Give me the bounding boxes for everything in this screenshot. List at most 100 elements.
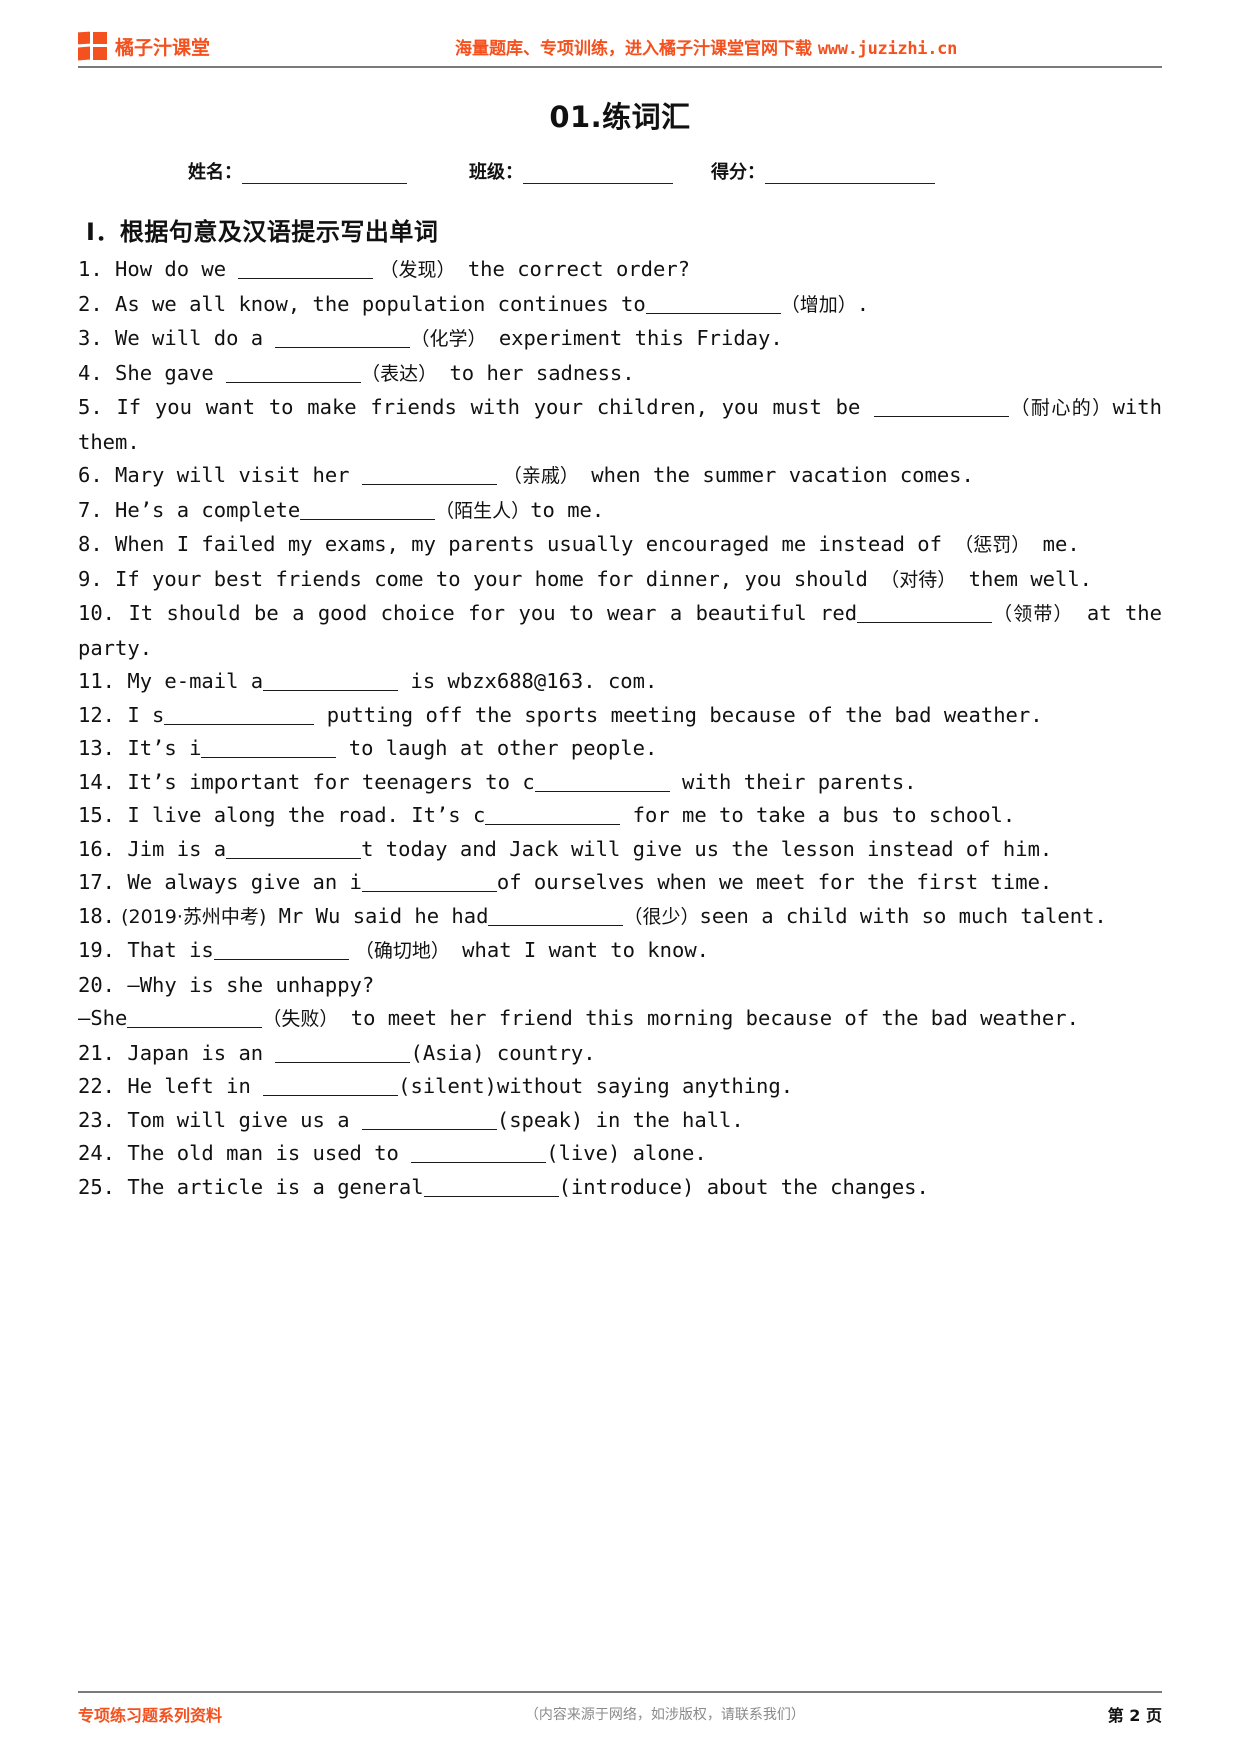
field-score: 得分： xyxy=(711,158,935,184)
question-text: If you want to make friends with your ch… xyxy=(102,395,875,419)
answer-blank[interactable] xyxy=(226,839,362,859)
answer-blank[interactable] xyxy=(263,1076,399,1096)
question-text: He left in xyxy=(115,1074,264,1098)
question-text: It’s important for teenagers to c xyxy=(115,769,535,794)
question-number: 8. xyxy=(78,532,103,556)
question-number: 5. xyxy=(78,395,103,419)
question-text: Tom will give us a xyxy=(115,1107,362,1132)
question-number: 13. xyxy=(78,736,116,760)
logo-squares-icon xyxy=(78,31,108,61)
question-item: 20. —Why is she unhappy? xyxy=(78,969,1162,1003)
question-text: We will do a xyxy=(102,326,276,350)
answer-blank[interactable] xyxy=(238,259,374,279)
question-text: The old man is used to xyxy=(115,1141,412,1165)
question-item: 4. She gave （表达） to her sadness. xyxy=(78,357,1162,392)
question-text: for me to take a bus to school. xyxy=(620,803,1016,827)
answer-blank[interactable] xyxy=(300,500,436,520)
question-text: —She xyxy=(78,1006,128,1030)
question-number: 4. xyxy=(78,360,103,385)
answer-blank[interactable] xyxy=(361,465,497,485)
question-number: 15. xyxy=(78,803,116,827)
answer-blank[interactable] xyxy=(423,1177,559,1197)
question-number: 16. xyxy=(78,836,116,861)
header-divider xyxy=(78,66,1162,68)
question-text: seen a child with so much talent. xyxy=(699,903,1107,928)
question-number: 24. xyxy=(78,1141,116,1165)
answer-blank[interactable] xyxy=(361,872,497,892)
chinese-hint: （对待） xyxy=(880,568,957,591)
question-text: My e-mail a xyxy=(115,669,264,693)
answer-blank[interactable] xyxy=(275,328,411,348)
answer-blank[interactable] xyxy=(488,906,624,926)
student-info-row: 姓名： 班级： 得分： xyxy=(78,158,1162,184)
promo-message: 海量题库、专项训练，进入橘子汁课堂官网下载 xyxy=(455,38,818,59)
question-item: 18. (2019·苏州中考) Mr Wu said he had （很少）see… xyxy=(78,900,1162,935)
answer-blank[interactable] xyxy=(226,363,362,383)
question-item: 10. It should be a good choice for you t… xyxy=(78,597,1162,665)
question-text: (silent)without saying anything. xyxy=(398,1074,794,1098)
question-item: 13. It’s i to laugh at other people. xyxy=(78,732,1162,766)
question-text: to laugh at other people. xyxy=(336,736,658,760)
promo-url[interactable]: www.juzizhi.cn xyxy=(818,39,957,59)
answer-blank[interactable] xyxy=(485,805,621,825)
question-item: 19. That is （确切地） what I want to know. xyxy=(78,934,1162,969)
question-text: to her sadness. xyxy=(437,360,635,385)
question-number: 17. xyxy=(78,870,116,894)
question-text: As we all know, the population continues… xyxy=(102,291,646,316)
field-name-label: 姓名： xyxy=(188,162,242,183)
answer-blank[interactable] xyxy=(263,671,399,691)
answer-blank[interactable] xyxy=(164,705,315,725)
question-text: How do we xyxy=(102,257,239,281)
question-number: 19. xyxy=(78,938,116,962)
question-item: 11. My e-mail a is wbzx688@163. com. xyxy=(78,665,1162,699)
answer-blank[interactable] xyxy=(874,397,1010,417)
question-number: 14. xyxy=(78,769,116,794)
question-number: 10. xyxy=(78,601,116,625)
field-class-input[interactable] xyxy=(523,167,673,184)
answer-blank[interactable] xyxy=(201,738,337,758)
question-item: 25. The article is a general (introduce) … xyxy=(78,1171,1162,1205)
question-text: experiment this Friday. xyxy=(486,326,783,350)
page-header: 橘子汁课堂 海量题库、专项训练，进入橘子汁课堂官网下载 www.juzizhi.… xyxy=(78,0,1162,62)
question-text: Mary will visit her xyxy=(102,463,362,487)
question-number: 3. xyxy=(78,326,103,350)
question-item: 21. Japan is an (Asia) country. xyxy=(78,1037,1162,1071)
question-text: of ourselves when we meet for the first … xyxy=(496,870,1053,894)
question-text: putting off the sports meeting because o… xyxy=(314,702,1043,727)
question-text: the correct order? xyxy=(455,257,690,281)
question-number: 21. xyxy=(78,1040,116,1065)
answer-blank[interactable] xyxy=(361,1110,497,1130)
answer-blank[interactable] xyxy=(857,603,993,623)
question-number: 6. xyxy=(78,463,103,487)
question-text: I live along the road. It’s c xyxy=(115,803,486,827)
chinese-hint: （惩罚） xyxy=(954,534,1031,556)
question-text: She gave xyxy=(102,360,227,385)
answer-blank[interactable] xyxy=(213,940,349,960)
question-text: It’s i xyxy=(115,736,202,760)
question-item: 1. How do we （发现） the correct order? xyxy=(78,253,1162,288)
answer-blank[interactable] xyxy=(534,772,670,792)
question-item: 23. Tom will give us a (speak) in the ha… xyxy=(78,1104,1162,1138)
question-number: 1. xyxy=(78,257,103,281)
question-number: 12. xyxy=(78,702,116,727)
page-title: 01.练词汇 xyxy=(549,100,691,134)
question-number: 25. xyxy=(78,1174,116,1199)
answer-blank[interactable] xyxy=(645,294,781,314)
answer-blank[interactable] xyxy=(275,1043,411,1063)
question-text: them well. xyxy=(956,566,1093,591)
chinese-hint: （亲戚） xyxy=(496,465,579,487)
question-number: 23. xyxy=(78,1107,116,1132)
question-text: When I failed my exams, my parents usual… xyxy=(102,532,955,556)
page-footer: 专项练习题系列资料 （内容来源于网络，如涉版权，请联系我们） 第 2 页 xyxy=(78,1691,1162,1726)
question-text: I s xyxy=(115,702,165,727)
answer-blank[interactable] xyxy=(411,1143,547,1163)
answer-blank[interactable] xyxy=(127,1008,263,1028)
question-text: is wbzx688@163. com. xyxy=(398,669,658,693)
question-number: 20. xyxy=(78,972,116,997)
question-number: 18. xyxy=(78,903,116,928)
question-item: 7. He’s a complete （陌生人）to me. xyxy=(78,494,1162,529)
question-item: 12. I s putting off the sports meeting b… xyxy=(78,699,1162,733)
field-name-input[interactable] xyxy=(242,167,407,184)
chinese-hint: （化学） xyxy=(410,328,487,350)
field-score-input[interactable] xyxy=(765,167,935,184)
